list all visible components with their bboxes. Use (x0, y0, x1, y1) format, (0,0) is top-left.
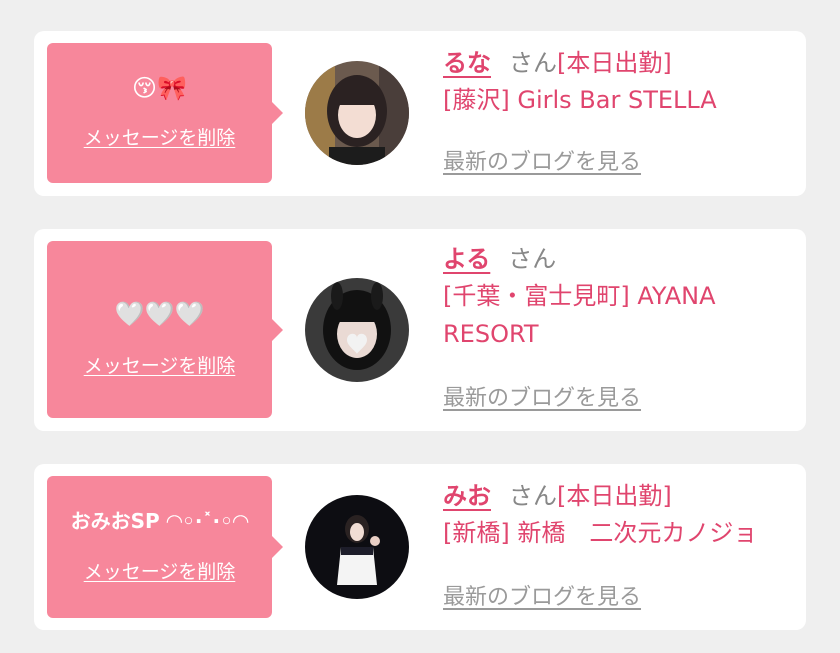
latest-blog-link[interactable]: 最新のブログを見る (443, 583, 641, 613)
status-badge: [本日出勤] (557, 49, 672, 77)
cast-name-link[interactable]: るな (443, 49, 491, 77)
message-bubble: 😚🎀 メッセージを削除 (47, 43, 283, 183)
name-line: よる さん (443, 241, 803, 277)
message-text: 🤍🤍🤍 (114, 300, 205, 328)
name-line: みお さん[本日出勤] (443, 478, 803, 514)
message-card: 😚🎀 メッセージを削除 るな さん[本日出勤] [藤沢] Girls Bar ST… (34, 31, 806, 196)
message-card: 🤍🤍🤍 メッセージを削除 よる さん [千葉・富士見町] AYANA RESORT… (34, 229, 806, 431)
cast-name-link[interactable]: よる (443, 245, 490, 273)
message-text: 😚🎀 (132, 74, 187, 102)
avatar-image (305, 61, 409, 165)
honorific: さん (508, 245, 557, 273)
status-badge: [本日出勤] (557, 482, 672, 510)
avatar[interactable] (305, 278, 409, 382)
avatar-image (305, 495, 409, 599)
message-bubble: おみおSP ◜◝◦·˟·◦◜◝ メッセージを削除 (47, 476, 283, 618)
avatar-image (305, 278, 409, 382)
honorific: さん (509, 49, 557, 77)
profile-info: るな さん[本日出勤] [藤沢] Girls Bar STELLA (443, 45, 803, 119)
delete-message-link[interactable]: メッセージを削除 (47, 354, 272, 378)
latest-blog-link[interactable]: 最新のブログを見る (443, 384, 641, 414)
avatar[interactable] (305, 61, 409, 165)
avatar[interactable] (305, 495, 409, 599)
message-bubble: 🤍🤍🤍 メッセージを削除 (47, 241, 283, 418)
honorific: さん (509, 482, 557, 510)
delete-message-link[interactable]: メッセージを削除 (47, 560, 272, 584)
name-line: るな さん[本日出勤] (443, 45, 803, 81)
message-text: おみおSP ◜◝◦·˟·◦◜◝ (70, 509, 249, 533)
latest-blog-link[interactable]: 最新のブログを見る (443, 148, 641, 178)
profile-info: よる さん [千葉・富士見町] AYANA RESORT (443, 241, 803, 353)
shop-name: [新橋] 新橋 二次元カノジョ (443, 519, 758, 547)
shop-name: [藤沢] Girls Bar STELLA (443, 86, 717, 114)
shop-name: [千葉・富士見町] AYANA RESORT (443, 282, 716, 348)
cast-name-link[interactable]: みお (443, 482, 491, 510)
delete-message-link[interactable]: メッセージを削除 (47, 126, 272, 150)
message-card: おみおSP ◜◝◦·˟·◦◜◝ メッセージを削除 みお さん[本日出勤] [新橋]… (34, 464, 806, 630)
profile-info: みお さん[本日出勤] [新橋] 新橋 二次元カノジョ (443, 478, 803, 552)
